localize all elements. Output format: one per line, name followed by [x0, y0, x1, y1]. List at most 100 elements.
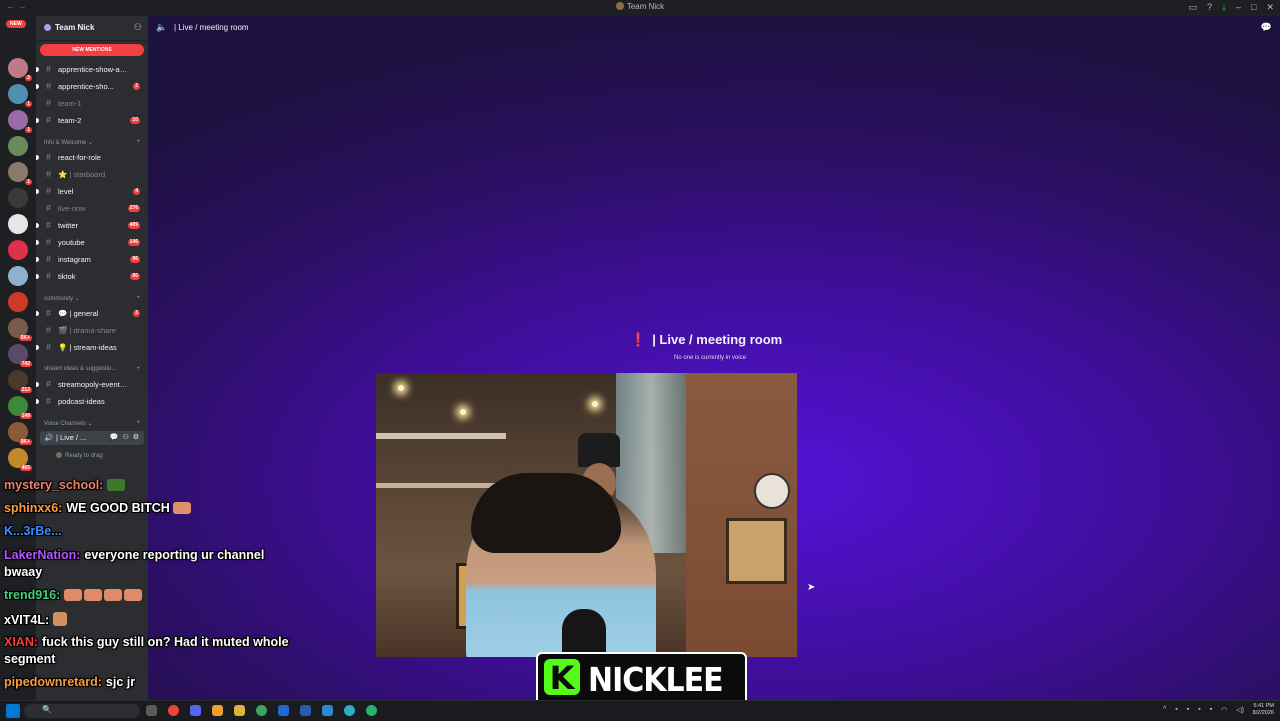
search-icon: 🔍: [42, 705, 52, 714]
voice-channel-live[interactable]: 🔊 | Live / ... 💬 ⚇ ⚙: [40, 431, 144, 445]
channel-label: ⭐ | starboard: [58, 170, 106, 179]
server-icon[interactable]: [8, 214, 28, 234]
server-icon[interactable]: [8, 292, 28, 312]
unread-indicator: [36, 311, 39, 316]
hash-icon: #: [46, 152, 52, 162]
channel-item[interactable]: # apprentice-show-ap...: [36, 62, 148, 77]
stream-chat-overlay: mystery_school: sphinxx6: WE GOOD BITCH K…: [4, 452, 364, 698]
category-voice[interactable]: Voice Channels ⌄ +: [44, 420, 144, 427]
channel-item[interactable]: # ⭐ | starboard: [36, 167, 148, 182]
discord-icon[interactable]: [190, 705, 201, 716]
channel-item[interactable]: # 💬 | general 3: [36, 306, 148, 321]
app-icon[interactable]: [322, 705, 333, 716]
emote-icon: [64, 589, 83, 601]
chat-message-continued: segment: [4, 652, 56, 666]
channel-item[interactable]: # team-2 10: [36, 113, 148, 128]
hash-icon: #: [46, 237, 52, 247]
mention-badge: 146: [127, 239, 140, 246]
channel-label: level: [58, 187, 74, 196]
channel-label: podcast-ideas: [58, 397, 105, 406]
voice-channel-actions-icon[interactable]: 💬 ⚇ ⚙: [110, 431, 140, 445]
invite-icon[interactable]: ⚇: [134, 22, 142, 33]
channel-label: team-1: [58, 99, 82, 108]
download-icon[interactable]: ⤓: [1222, 2, 1226, 13]
maximize-icon[interactable]: □: [1251, 2, 1256, 13]
server-icon[interactable]: [8, 240, 28, 260]
close-icon[interactable]: ✕: [1266, 2, 1274, 13]
server-icon[interactable]: 149: [8, 396, 32, 419]
server-icon[interactable]: 9K+: [8, 422, 32, 445]
start-icon[interactable]: [6, 704, 20, 718]
server-icon[interactable]: [8, 188, 28, 208]
channel-label: live-now: [58, 204, 86, 213]
unread-indicator: [36, 257, 39, 262]
new-mentions-banner[interactable]: NEW MENTIONS: [40, 44, 144, 56]
emote-icon: [53, 612, 68, 626]
channel-item[interactable]: # instagram 96: [36, 252, 148, 267]
server-icon[interactable]: 212: [8, 370, 32, 393]
unread-indicator: [36, 399, 39, 404]
chat-message: mystery_school:: [4, 478, 127, 492]
channel-item[interactable]: # apprentice-sho... 2: [36, 79, 148, 94]
chat-message: xVIT4L:: [4, 612, 69, 627]
task-view-icon[interactable]: [146, 705, 157, 716]
server-header[interactable]: Team Nick ⚇: [36, 16, 148, 41]
minimize-icon[interactable]: –: [1236, 2, 1241, 13]
unread-indicator: [36, 240, 39, 245]
tray-app-icon: ▪: [1198, 706, 1201, 713]
show-chat-icon[interactable]: 💬: [1261, 22, 1272, 33]
hash-icon: #: [46, 325, 52, 335]
channel-item[interactable]: # level 4: [36, 184, 148, 199]
channel-label: 🎬 | drama-share: [58, 326, 116, 335]
system-tray[interactable]: ^ ▪ ▪ ▪ ▪ ◠ ◁): [1163, 706, 1244, 714]
taskbar-search[interactable]: 🔍: [24, 704, 140, 718]
app-icon[interactable]: [300, 705, 311, 716]
server-avatar-icon: [615, 2, 624, 10]
channel-item[interactable]: # 🎬 | drama-share: [36, 323, 148, 338]
channel-item[interactable]: # 💡 | stream-ideas: [36, 340, 148, 355]
channel-label: streamopoly-event-i...: [58, 380, 128, 389]
channel-header: 🔈 | Live / meeting room 💬: [148, 16, 1280, 40]
app-icon[interactable]: [256, 705, 267, 716]
app-icon[interactable]: [366, 705, 377, 716]
server-icon[interactable]: 1: [8, 110, 32, 133]
hash-icon: #: [46, 379, 52, 389]
server-icon[interactable]: 1: [8, 162, 32, 185]
channel-item[interactable]: # podcast-ideas: [36, 394, 148, 409]
app-icon[interactable]: [278, 705, 289, 716]
server-icon[interactable]: 5K+: [8, 318, 32, 341]
channel-item[interactable]: # twitter 489: [36, 218, 148, 233]
chat-message: sphinxx6: WE GOOD BITCH: [4, 501, 193, 515]
hash-icon: #: [46, 98, 52, 108]
inbox-icon[interactable]: ▭: [1188, 2, 1197, 13]
channel-item[interactable]: # tiktok 60: [36, 269, 148, 284]
unread-indicator: [36, 155, 39, 160]
speaker-icon: 🔊: [44, 433, 54, 442]
folder-icon[interactable]: [234, 705, 245, 716]
chat-message: pipedownretard: sjc jr: [4, 675, 136, 689]
volume-icon: ◁): [1236, 707, 1244, 714]
hash-icon: #: [46, 203, 52, 213]
channel-item[interactable]: # react-for-role: [36, 150, 148, 165]
help-icon[interactable]: ?: [1207, 2, 1212, 13]
channel-label: team-2: [58, 116, 82, 125]
channel-item[interactable]: # streamopoly-event-i...: [36, 377, 148, 392]
server-icon[interactable]: 742: [8, 344, 32, 367]
channel-item[interactable]: # team-1: [36, 96, 148, 111]
unread-indicator: [36, 223, 39, 228]
obs-icon[interactable]: [212, 705, 223, 716]
unread-indicator: [36, 118, 39, 123]
channel-item[interactable]: # live-now 276: [36, 201, 148, 216]
edge-icon[interactable]: [344, 705, 355, 716]
category-community[interactable]: community ⌄ +: [44, 295, 144, 302]
category-stream[interactable]: stream ideas & suggestio... +: [44, 366, 144, 372]
channel-item[interactable]: # youtube 146: [36, 235, 148, 250]
server-icon[interactable]: 1: [8, 84, 32, 107]
server-icon[interactable]: [8, 136, 28, 156]
chrome-icon[interactable]: [168, 705, 179, 716]
category-info[interactable]: Info & Welcome ⌄ +: [44, 139, 144, 146]
server-icon[interactable]: [8, 266, 28, 286]
taskbar-clock[interactable]: 5:41 PM 8/2/2026: [1253, 703, 1274, 717]
channel-label: twitter: [58, 221, 79, 230]
server-icon[interactable]: 2: [8, 58, 32, 81]
